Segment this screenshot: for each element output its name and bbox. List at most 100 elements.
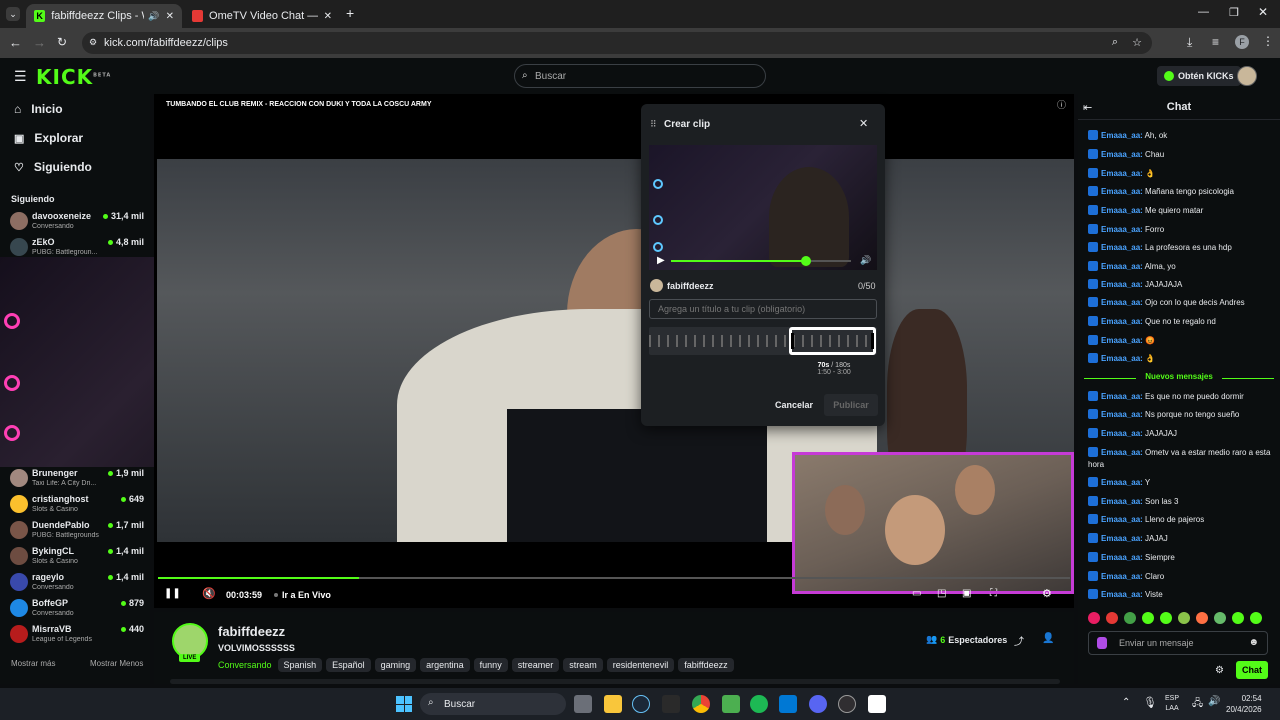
volume-knob[interactable] [801, 256, 811, 266]
steam-icon[interactable] [632, 695, 650, 713]
chat-username[interactable]: Emaaa_aa: [1101, 478, 1143, 487]
category-link[interactable]: Conversando [218, 660, 272, 670]
user-avatar[interactable] [1237, 66, 1257, 86]
emote-icon[interactable] [1088, 612, 1100, 624]
tab-ometv[interactable]: OmeTV Video Chat — Omegle ✕ [184, 4, 340, 28]
cancel-button[interactable]: Cancelar [775, 400, 813, 410]
tray-chevron-icon[interactable]: ⌃ [1122, 697, 1130, 708]
clip-selection-range[interactable] [789, 327, 876, 355]
chat-username[interactable]: Emaaa_aa: [1101, 187, 1143, 196]
chat-username[interactable]: Emaaa_aa: [1101, 206, 1143, 215]
menu-icon[interactable]: ⋮ [1262, 34, 1274, 48]
drag-handle-icon[interactable]: ⠿ [650, 119, 657, 130]
channel-name[interactable]: fabiffdeezz [218, 624, 285, 639]
back-icon[interactable]: ← [9, 35, 22, 50]
video-player[interactable]: TUMBANDO EL CLUB REMIX - REACCION CON DU… [154, 94, 1074, 608]
new-tab-button[interactable]: + [346, 5, 354, 21]
reading-list-icon[interactable]: ≡ [1212, 35, 1219, 49]
emote-icon[interactable] [1232, 612, 1244, 624]
theater-mode-icon[interactable]: ▭ [912, 588, 921, 599]
profile-avatar[interactable]: F [1235, 35, 1249, 49]
emote-icon[interactable] [1142, 612, 1154, 624]
nav-siguiendo[interactable]: ♡ Siguiendo [14, 160, 92, 174]
pause-icon[interactable]: ❚❚ [164, 588, 181, 599]
emote-icon[interactable] [1160, 612, 1172, 624]
forward-icon[interactable]: → [33, 35, 46, 50]
tab-list-button[interactable]: ⌄ [6, 7, 20, 21]
tag-chip[interactable]: fabiffdeezz [678, 658, 734, 672]
chat-username[interactable]: Emaaa_aa: [1101, 262, 1143, 271]
chat-username[interactable]: Emaaa_aa: [1101, 410, 1143, 419]
share-icon[interactable]: ⤴ [1014, 633, 1024, 648]
preview-volume-slider[interactable] [671, 256, 851, 266]
nav-inicio[interactable]: ⌂ Inicio [14, 102, 63, 116]
chat-username[interactable]: Emaaa_aa: [1101, 354, 1143, 363]
chat-username[interactable]: Emaaa_aa: [1101, 225, 1143, 234]
volume-icon[interactable]: 🔊 [860, 255, 871, 266]
url-field[interactable]: ⚙ kick.com/fabiffdeezz/clips ⌕ ☆ [82, 32, 1152, 54]
site-info-icon[interactable]: ⚙ [89, 37, 97, 48]
following-item[interactable]: Brunenger Taxi Life: A City Dri... 1,9 m… [10, 466, 144, 492]
tag-chip[interactable]: gaming [374, 658, 417, 672]
emote-icon[interactable] [1214, 612, 1226, 624]
tag-chip[interactable]: residentenevil [606, 658, 675, 672]
store-icon[interactable] [779, 695, 797, 713]
emote-icon[interactable] [1178, 612, 1190, 624]
chat-username[interactable]: Emaaa_aa: [1101, 534, 1143, 543]
chat-send-button[interactable]: Chat [1236, 661, 1268, 679]
chat-username[interactable]: Emaaa_aa: [1101, 280, 1143, 289]
taskbar-search[interactable]: ⌕ Buscar [420, 693, 566, 715]
tab-close-icon[interactable]: ✕ [166, 11, 174, 22]
bookmark-star-icon[interactable]: ☆ [1132, 36, 1142, 49]
emoji-picker-icon[interactable]: ☻ [1248, 637, 1259, 648]
chat-username[interactable]: Emaaa_aa: [1101, 572, 1143, 581]
obs-icon[interactable] [838, 695, 856, 713]
chat-username[interactable]: Emaaa_aa: [1101, 515, 1143, 524]
chrome-icon[interactable] [692, 695, 710, 713]
reload-icon[interactable]: ↻ [57, 35, 67, 49]
discord-icon[interactable] [809, 695, 827, 713]
capcut-icon[interactable] [868, 695, 886, 713]
emote-icon[interactable] [1124, 612, 1136, 624]
zoom-icon[interactable]: ⌕ [1112, 36, 1118, 49]
language-indicator[interactable]: ESP LAA [1165, 694, 1179, 714]
following-item[interactable]: BykingCL Slots & Casino 1,4 mil [10, 544, 144, 570]
chat-username[interactable]: Emaaa_aa: [1101, 590, 1143, 599]
chat-input[interactable]: Enviar un mensaje ☻ [1088, 631, 1268, 655]
widgets-icon[interactable] [574, 695, 592, 713]
get-kicks-button[interactable]: Obtén KICKs [1157, 66, 1241, 86]
search-input[interactable]: ⌕ Buscar [514, 64, 766, 88]
epic-games-icon[interactable] [662, 695, 680, 713]
tag-chip[interactable]: Español [326, 658, 371, 672]
mute-icon[interactable]: 🔇 [202, 587, 216, 600]
range-start-handle[interactable] [791, 333, 794, 349]
tag-chip[interactable]: Spanish [277, 658, 323, 672]
volume-tray-icon[interactable]: 🔊 [1208, 696, 1220, 707]
go-live-button[interactable]: Ir a En Vivo [274, 590, 331, 600]
info-icon[interactable]: ⓘ [1057, 98, 1066, 111]
windows-start-icon[interactable] [396, 696, 412, 712]
following-item[interactable]: MisrraVB League of Legends 440 [10, 622, 144, 648]
window-close-button[interactable]: ✕ [1258, 5, 1268, 19]
chat-username[interactable]: Emaaa_aa: [1101, 243, 1143, 252]
chat-settings-icon[interactable]: ⚙ [1215, 665, 1224, 676]
chat-username[interactable]: Emaaa_aa: [1101, 429, 1143, 438]
chat-username[interactable]: Emaaa_aa: [1101, 298, 1143, 307]
nav-explorar[interactable]: ▣ Explorar [14, 131, 83, 145]
following-item[interactable]: davooxeneize Conversando 31,4 mil [10, 209, 144, 235]
tag-chip[interactable]: stream [563, 658, 603, 672]
network-icon[interactable]: 🖧 [1192, 696, 1203, 713]
clip-title-input[interactable] [649, 299, 877, 319]
emote-icon[interactable] [1250, 612, 1262, 624]
chat-username[interactable]: Emaaa_aa: [1101, 150, 1143, 159]
miniplayer-icon[interactable]: ◳ [937, 588, 946, 599]
fullscreen-icon[interactable]: ⛶ [990, 588, 997, 599]
microphone-icon[interactable]: 🎙 [1143, 696, 1157, 709]
clip-icon[interactable]: ▣ [962, 588, 971, 599]
chat-username[interactable]: Emaaa_aa: [1101, 497, 1143, 506]
maximize-button[interactable]: ❐ [1229, 6, 1239, 19]
tag-chip[interactable]: streamer [511, 658, 560, 672]
follow-user-icon[interactable]: 👤 [1042, 633, 1054, 644]
publish-button[interactable]: Publicar [824, 394, 878, 416]
following-item[interactable]: DuendePablo PUBG: Battlegrounds 1,7 mil [10, 518, 144, 544]
